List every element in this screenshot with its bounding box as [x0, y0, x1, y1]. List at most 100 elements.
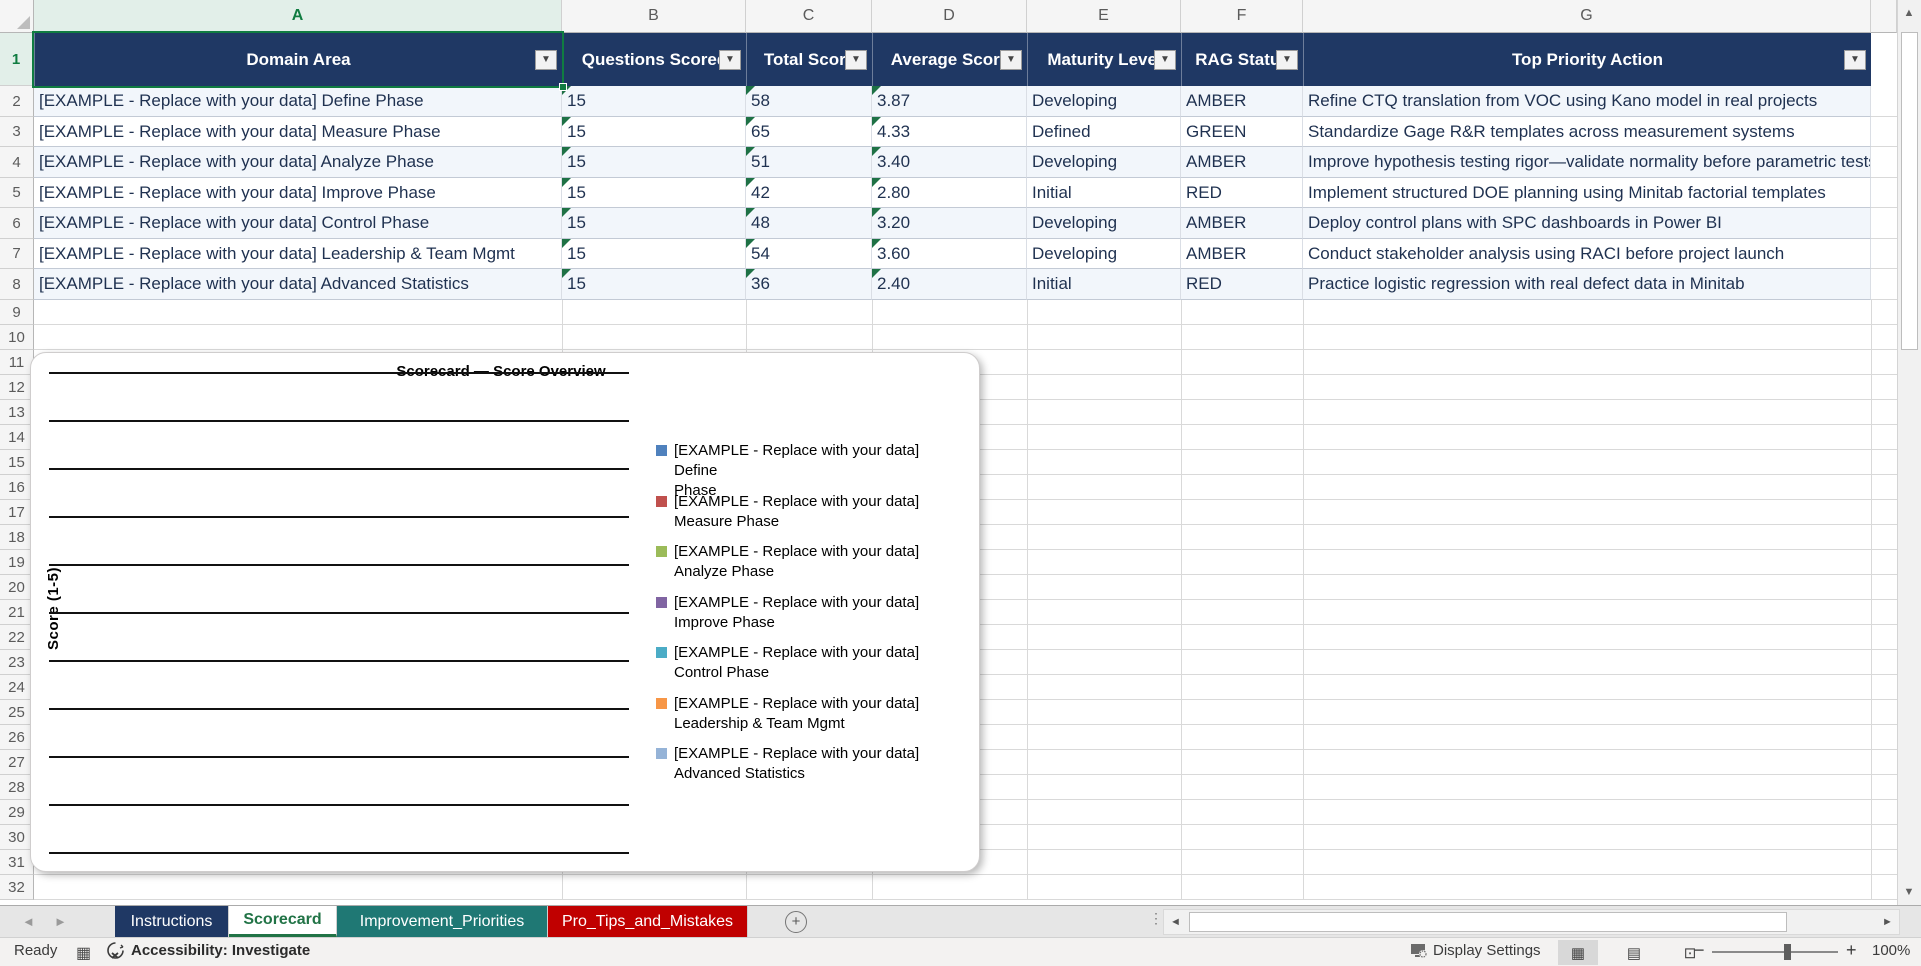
cell-A4[interactable]: [EXAMPLE - Replace with your data] Analy… — [34, 147, 562, 178]
column-header-C[interactable]: C — [746, 0, 872, 33]
legend-entry[interactable]: [EXAMPLE - Replace with your data] Leader… — [656, 694, 941, 734]
cell-B7[interactable]: 15 — [562, 239, 746, 269]
zoom-slider-thumb[interactable] — [1784, 944, 1791, 960]
cell-G6[interactable]: Deploy control plans with SPC dashboards… — [1303, 208, 1871, 239]
row-header-1[interactable]: 1 — [0, 33, 34, 86]
row-header-3[interactable]: 3 — [0, 117, 34, 147]
view-page-layout-button[interactable]: ▤ — [1614, 940, 1654, 965]
zoom-in-button[interactable]: + — [1846, 940, 1857, 961]
zoom-slider-track[interactable] — [1712, 951, 1838, 953]
cell-B5[interactable]: 15 — [562, 178, 746, 208]
row-header-2[interactable]: 2 — [0, 86, 34, 117]
row-header-25[interactable]: 25 — [0, 700, 34, 725]
tab-scroll-left-icon[interactable]: ◄ — [22, 914, 35, 929]
cell-G8[interactable]: Practice logistic regression with real d… — [1303, 269, 1871, 300]
cell-D3[interactable]: 4.33 — [872, 117, 1027, 147]
horizontal-scrollbar-thumb[interactable] — [1189, 912, 1787, 932]
cell-E3[interactable]: Defined — [1027, 117, 1181, 147]
cell-E6[interactable]: Developing — [1027, 208, 1181, 239]
table-header-top-priority-action[interactable]: Top Priority Action — [1303, 33, 1871, 86]
row-header-10[interactable]: 10 — [0, 325, 34, 350]
row-header-32[interactable]: 32 — [0, 875, 34, 900]
vertical-scrollbar-thumb[interactable] — [1901, 32, 1918, 350]
row-header-24[interactable]: 24 — [0, 675, 34, 700]
row-header-19[interactable]: 19 — [0, 550, 34, 575]
filter-dropdown-icon[interactable]: ▼ — [719, 50, 741, 70]
cell-E8[interactable]: Initial — [1027, 269, 1181, 300]
cell-C7[interactable]: 54 — [746, 239, 872, 269]
cell-F6[interactable]: AMBER — [1181, 208, 1303, 239]
column-header-F[interactable]: F — [1181, 0, 1303, 33]
row-header-18[interactable]: 18 — [0, 525, 34, 550]
cell-partial[interactable] — [1871, 239, 1897, 269]
cell-A8[interactable]: [EXAMPLE - Replace with your data] Advan… — [34, 269, 562, 300]
fill-handle[interactable] — [559, 83, 567, 91]
cell-B6[interactable]: 15 — [562, 208, 746, 239]
zoom-out-button[interactable]: − — [1694, 940, 1705, 961]
column-header-partial[interactable] — [1871, 0, 1897, 33]
zoom-level[interactable]: 100% — [1872, 942, 1910, 959]
display-settings-button[interactable]: Display Settings — [1433, 942, 1541, 959]
accessibility-status[interactable]: Accessibility: Investigate — [131, 942, 310, 959]
tab-bar-divider[interactable]: ⋮ — [1149, 910, 1163, 927]
new-sheet-button[interactable]: + — [785, 911, 807, 933]
scroll-up-arrow-icon[interactable]: ▲ — [1898, 1, 1920, 25]
row-header-30[interactable]: 30 — [0, 825, 34, 850]
row-header-9[interactable]: 9 — [0, 300, 34, 325]
cell-partial[interactable] — [1871, 147, 1897, 178]
sheet-tab-pro_tips_and_mistakes[interactable]: Pro_Tips_and_Mistakes — [548, 906, 748, 937]
active-cell-selection[interactable] — [32, 31, 564, 88]
cell-E5[interactable]: Initial — [1027, 178, 1181, 208]
row-header-26[interactable]: 26 — [0, 725, 34, 750]
cell-partial[interactable] — [1871, 178, 1897, 208]
cell-A2[interactable]: [EXAMPLE - Replace with your data] Defin… — [34, 86, 562, 117]
cell-D5[interactable]: 2.80 — [872, 178, 1027, 208]
cell-E4[interactable]: Developing — [1027, 147, 1181, 178]
cell-C5[interactable]: 42 — [746, 178, 872, 208]
row-header-5[interactable]: 5 — [0, 178, 34, 208]
legend-entry[interactable]: [EXAMPLE - Replace with your data] Advanc… — [656, 744, 941, 784]
row-header-23[interactable]: 23 — [0, 650, 34, 675]
cell-F2[interactable]: AMBER — [1181, 86, 1303, 117]
cell-B8[interactable]: 15 — [562, 269, 746, 300]
column-header-G[interactable]: G — [1303, 0, 1871, 33]
cell-G5[interactable]: Implement structured DOE planning using … — [1303, 178, 1871, 208]
cell-partial[interactable] — [1871, 269, 1897, 300]
row-header-31[interactable]: 31 — [0, 850, 34, 875]
cell-partial[interactable] — [1871, 117, 1897, 147]
filter-dropdown-icon[interactable]: ▼ — [845, 50, 867, 70]
cell-F5[interactable]: RED — [1181, 178, 1303, 208]
cell-C8[interactable]: 36 — [746, 269, 872, 300]
scroll-down-arrow-icon[interactable]: ▼ — [1898, 880, 1920, 904]
cell-E7[interactable]: Developing — [1027, 239, 1181, 269]
row-header-22[interactable]: 22 — [0, 625, 34, 650]
row-header-17[interactable]: 17 — [0, 500, 34, 525]
sheet-tab-instructions[interactable]: Instructions — [115, 906, 229, 937]
cell-G2[interactable]: Refine CTQ translation from VOC using Ka… — [1303, 86, 1871, 117]
cell-A7[interactable]: [EXAMPLE - Replace with your data] Leade… — [34, 239, 562, 269]
row-header-11[interactable]: 11 — [0, 350, 34, 375]
cell-G4[interactable]: Improve hypothesis testing rigor—validat… — [1303, 147, 1871, 178]
cell-C3[interactable]: 65 — [746, 117, 872, 147]
cell-partial[interactable] — [1871, 86, 1897, 117]
cell-B3[interactable]: 15 — [562, 117, 746, 147]
cell-D8[interactable]: 2.40 — [872, 269, 1027, 300]
row-header-14[interactable]: 14 — [0, 425, 34, 450]
tab-scroll-right-icon[interactable]: ► — [54, 914, 67, 929]
view-normal-button[interactable]: ▦ — [1558, 940, 1598, 965]
row-header-12[interactable]: 12 — [0, 375, 34, 400]
row-header-4[interactable]: 4 — [0, 147, 34, 178]
cell-E2[interactable]: Developing — [1027, 86, 1181, 117]
filter-dropdown-icon[interactable]: ▼ — [1154, 50, 1176, 70]
column-header-D[interactable]: D — [872, 0, 1027, 33]
row-header-27[interactable]: 27 — [0, 750, 34, 775]
cell-A6[interactable]: [EXAMPLE - Replace with your data] Contr… — [34, 208, 562, 239]
cell-F8[interactable]: RED — [1181, 269, 1303, 300]
sheet-tab-improvement_priorities[interactable]: Improvement_Priorities — [337, 906, 548, 937]
macro-record-icon[interactable]: ▦ — [76, 943, 91, 963]
cell-F4[interactable]: AMBER — [1181, 147, 1303, 178]
legend-entry[interactable]: [EXAMPLE - Replace with your data] Analyz… — [656, 542, 941, 582]
column-header-B[interactable]: B — [562, 0, 746, 33]
horizontal-scrollbar[interactable]: ◄ ► — [1163, 909, 1900, 935]
row-header-28[interactable]: 28 — [0, 775, 34, 800]
